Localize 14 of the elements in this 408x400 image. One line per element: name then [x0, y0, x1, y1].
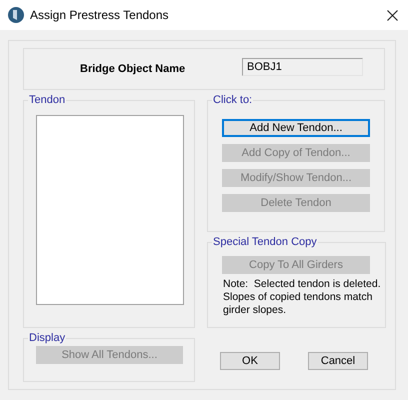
- field-label: Bridge Object Name: [80, 63, 186, 75]
- note-text: Note: Selected tendon is deleted. Slopes of copied tendons match girder slopes.: [223, 278, 382, 317]
- dialog-button[interactable]: OK: [220, 352, 280, 370]
- group-title: Click to:: [212, 94, 254, 106]
- app-logo-icon: [8, 7, 24, 23]
- bridge-object-name-field[interactable]: BOBJ1: [242, 58, 363, 76]
- group-title: Display: [28, 332, 66, 344]
- group-title: Tendon: [28, 94, 66, 106]
- tendon-list[interactable]: [36, 115, 184, 305]
- group-title: Special Tendon Copy: [212, 236, 318, 248]
- action-button[interactable]: Add New Tendon...: [222, 119, 370, 137]
- dialog-button[interactable]: Cancel: [308, 352, 368, 370]
- window-title: Assign Prestress Tendons: [30, 8, 170, 22]
- close-icon[interactable]: [387, 10, 398, 20]
